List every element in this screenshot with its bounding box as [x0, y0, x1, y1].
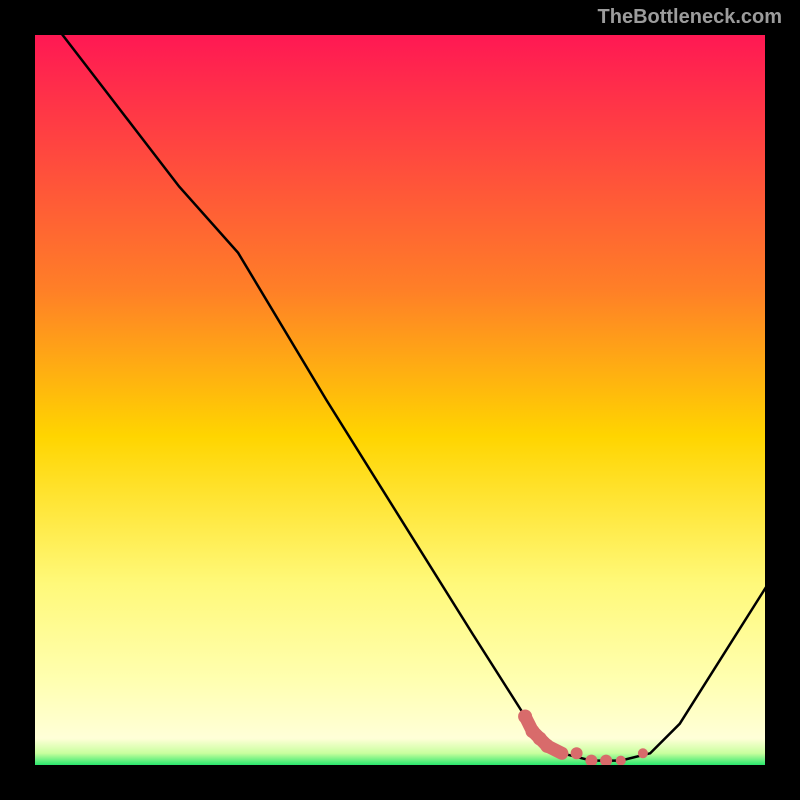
plot-area [32, 32, 768, 768]
watermark-text: TheBottleneck.com [598, 6, 782, 29]
chart-container [30, 30, 770, 770]
bottleneck-curve [32, 32, 768, 761]
curve-layer [32, 32, 768, 768]
